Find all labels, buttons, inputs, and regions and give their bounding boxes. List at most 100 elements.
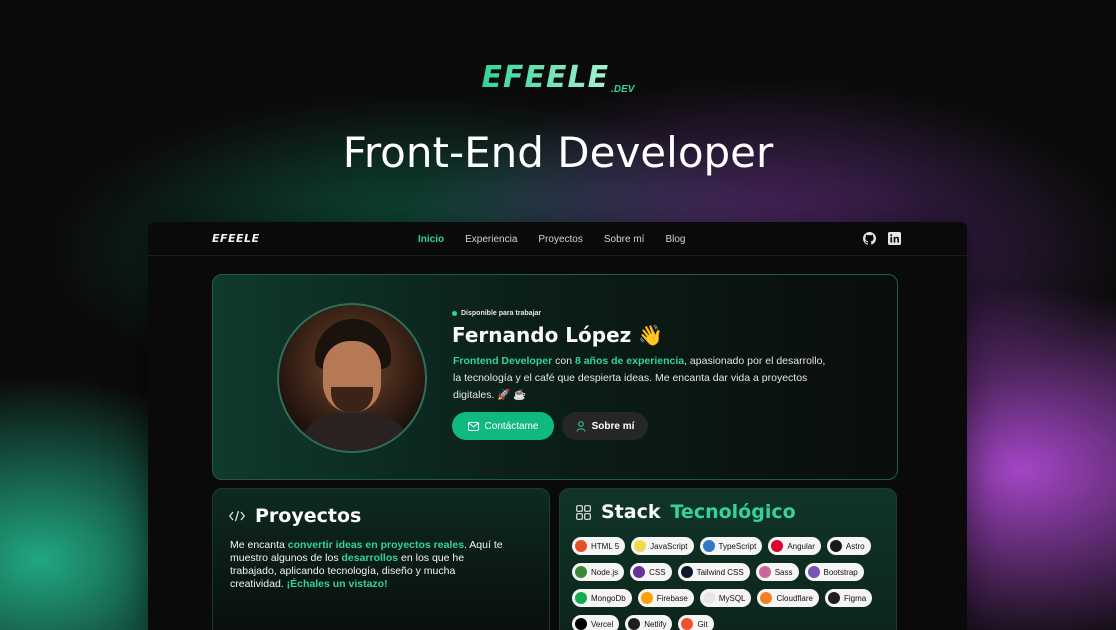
tech-badge-label: Bootstrap <box>823 567 858 577</box>
hero-logo-text: EFEELE <box>481 60 610 95</box>
nav-links: Inicio Experiencia Proyectos Sobre mí Bl… <box>418 222 706 256</box>
nav-link-proyectos[interactable]: Proyectos <box>538 234 582 245</box>
tech-badge: Tailwind CSS <box>677 563 750 581</box>
tech-badge-label: HTML 5 <box>591 541 620 551</box>
bio-years: 8 años de experiencia <box>574 355 685 367</box>
tech-badge: Angular <box>768 537 821 555</box>
navbar: EFEELE Inicio Experiencia Proyectos Sobr… <box>148 222 967 256</box>
mail-icon <box>467 421 479 431</box>
tech-badge: MySQL <box>699 589 752 607</box>
status-text: Disponible para trabajar <box>461 310 542 317</box>
contact-button-label: Contáctame <box>484 420 539 432</box>
tech-logo-icon <box>702 592 715 604</box>
tech-logo-icon <box>827 592 840 604</box>
tech-badge-label: Netlify <box>644 619 667 629</box>
projects-highlight-1: convertir ideas en proyectos reales <box>287 539 465 551</box>
projects-highlight-3: ¡Échales un vistazo! <box>286 578 388 590</box>
contact-button[interactable]: Contáctame <box>452 412 554 440</box>
projects-text-1: Me encanta <box>230 539 288 551</box>
tech-logo-icon <box>807 566 820 578</box>
tech-badge: Git <box>678 615 714 630</box>
tech-badge-label: CSS <box>649 567 666 577</box>
about-button-label: Sobre mí <box>591 420 635 432</box>
tech-badge-label: JavaScript <box>650 541 688 551</box>
tech-badge-label: Git <box>697 619 708 629</box>
projects-title: Proyectos <box>229 505 361 527</box>
tech-badge: Astro <box>826 537 871 555</box>
tech-badge: JavaScript <box>631 537 694 555</box>
tech-badge-label: Node.js <box>591 567 619 577</box>
tech-logo-icon <box>771 540 784 552</box>
tech-badge: Netlify <box>625 615 673 630</box>
tech-badge-label: MongoDb <box>591 593 626 603</box>
grid-icon <box>576 504 591 520</box>
projects-card[interactable]: Proyectos Me encanta convertir ideas en … <box>212 488 550 630</box>
stack-title-main: Stack <box>601 501 661 523</box>
tech-logo-icon <box>680 566 693 578</box>
tech-badge: Sass <box>755 563 799 581</box>
tech-logo-icon <box>760 592 773 604</box>
hero-logo: EFEELE .DEV <box>0 60 1116 95</box>
tech-logo-icon <box>634 540 647 552</box>
profile-name: Fernando López 👋 <box>452 323 664 347</box>
user-icon <box>576 420 586 432</box>
tech-badge: Figma <box>824 589 873 607</box>
github-icon[interactable] <box>863 232 876 245</box>
nav-link-blog[interactable]: Blog <box>665 234 685 245</box>
tech-badge-label: Angular <box>787 541 815 551</box>
tech-badge-label: Vercel <box>591 619 614 629</box>
tech-badge: MongoDb <box>572 589 632 607</box>
about-button[interactable]: Sobre mí <box>562 412 648 440</box>
linkedin-icon[interactable] <box>888 232 901 245</box>
nav-link-inicio[interactable]: Inicio <box>418 234 444 245</box>
stack-title-accent: Tecnológico <box>670 501 796 523</box>
profile-card: Disponible para trabajar Fernando López … <box>212 274 898 480</box>
status-dot-icon <box>452 311 457 316</box>
nav-logo[interactable]: EFEELE <box>212 232 260 245</box>
tech-logo-icon <box>758 566 771 578</box>
tech-logo-icon <box>575 592 587 604</box>
projects-title-text: Proyectos <box>255 505 362 527</box>
tech-badge-label: TypeScript <box>718 541 757 551</box>
tech-logo-icon <box>575 540 587 552</box>
hero-logo-suffix: .DEV <box>611 84 635 95</box>
hero-title: Front-End Developer <box>342 128 774 177</box>
tech-logo-icon <box>829 540 842 552</box>
profile-bio: Frontend Developer con 8 años de experie… <box>453 353 833 404</box>
tech-logo-icon <box>633 566 646 578</box>
tech-badge: Vercel <box>572 615 620 630</box>
tech-badge-label: Sass <box>774 567 793 577</box>
tech-badge: Node.js <box>572 563 625 581</box>
tech-logo-icon <box>640 592 653 604</box>
tech-logo-icon <box>681 618 694 630</box>
availability-status: Disponible para trabajar <box>452 310 541 317</box>
tech-badge: Bootstrap <box>804 563 864 581</box>
tech-badge: Cloudflare <box>757 589 819 607</box>
tech-logo-icon <box>575 618 587 630</box>
tech-badge: Firebase <box>637 589 694 607</box>
avatar <box>277 303 427 453</box>
tech-badge-label: Firebase <box>656 593 688 603</box>
tech-badge-label: Astro <box>845 541 865 551</box>
website-preview: EFEELE Inicio Experiencia Proyectos Sobr… <box>148 222 967 630</box>
code-icon <box>229 510 245 522</box>
tech-logo-icon <box>702 540 715 552</box>
tech-badge-label: MySQL <box>718 593 746 603</box>
nav-link-sobre-mi[interactable]: Sobre mí <box>604 234 645 245</box>
nav-social-icons <box>863 232 901 245</box>
tech-badge: TypeScript <box>699 537 763 555</box>
tech-logo-icon <box>575 566 587 578</box>
tech-badge: CSS <box>630 563 672 581</box>
stack-card: Stack Tecnológico HTML 5 JavaScript TypeScr… <box>559 488 897 630</box>
tech-badge-label: Cloudflare <box>776 593 813 603</box>
tech-badges: HTML 5 JavaScript TypeScript Angular Astro No… <box>572 537 892 630</box>
tech-badge-label: Figma <box>843 593 867 603</box>
bio-role: Frontend Developer <box>453 355 553 367</box>
projects-description: Me encanta convertir ideas en proyectos … <box>230 539 510 591</box>
stack-title: Stack Tecnológico <box>576 501 796 523</box>
bio-connector: con <box>552 355 575 367</box>
tech-logo-icon <box>628 618 641 630</box>
projects-highlight-2: desarrollos <box>341 552 399 564</box>
tech-badge-label: Tailwind CSS <box>696 567 744 577</box>
nav-link-experiencia[interactable]: Experiencia <box>465 234 517 245</box>
